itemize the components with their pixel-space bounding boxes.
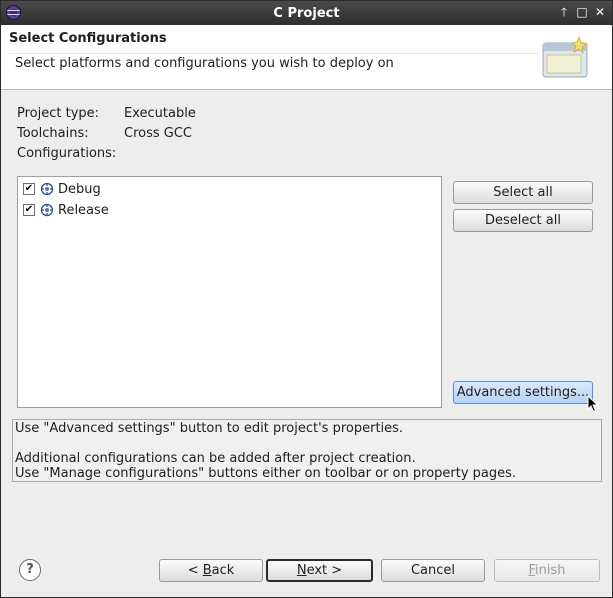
- project-type-value: Executable: [124, 106, 196, 121]
- debug-label: Debug: [58, 181, 101, 197]
- select-all-button[interactable]: Select all: [453, 181, 593, 204]
- page-title: Select Configurations: [9, 31, 167, 46]
- list-item-debug[interactable]: ✔ Debug: [23, 180, 101, 198]
- list-item-release[interactable]: ✔ Release: [23, 201, 109, 219]
- back-mnemonic: B: [202, 563, 212, 578]
- mouse-cursor-icon: [587, 395, 599, 413]
- configuration-icon: [40, 203, 54, 217]
- next-button[interactable]: Next >: [266, 559, 373, 582]
- info-line-3: Additional configurations can be added a…: [15, 451, 416, 466]
- cancel-button[interactable]: Cancel: [381, 559, 485, 582]
- restore-icon[interactable]: □: [574, 4, 590, 20]
- help-icon[interactable]: ?: [19, 559, 41, 581]
- configuration-icon: [40, 182, 54, 196]
- c-project-dialog: C Project 🡑 □ ✕ Select Configurations Se…: [0, 0, 613, 598]
- release-checkbox[interactable]: ✔: [23, 204, 35, 216]
- info-line-1: Use "Advanced settings" button to edit p…: [15, 421, 404, 436]
- finish-rest: inish: [535, 563, 566, 578]
- close-icon[interactable]: ✕: [592, 4, 608, 20]
- toolchains-label: Toolchains:: [17, 126, 89, 141]
- deselect-all-button[interactable]: Deselect all: [453, 209, 593, 232]
- info-line-4: Use "Manage configurations" buttons eith…: [15, 466, 517, 481]
- wizard-header: Select Configurations Select platforms a…: [1, 25, 612, 90]
- info-line-2: [15, 436, 599, 451]
- toolchains-value: Cross GCC: [124, 126, 192, 141]
- title-bar[interactable]: C Project 🡑 □ ✕: [1, 1, 612, 25]
- next-rest: ext >: [306, 563, 343, 578]
- back-prefix: <: [187, 563, 203, 578]
- configurations-label: Configurations:: [17, 146, 117, 161]
- next-mnemonic: N: [296, 563, 307, 578]
- window-title: C Project: [273, 6, 340, 21]
- page-description: Select platforms and configurations you …: [9, 53, 538, 87]
- configurations-list[interactable]: ✔ Debug ✔ Release: [17, 176, 442, 408]
- back-rest: ack: [211, 563, 235, 578]
- project-type-label: Project type:: [17, 106, 100, 121]
- debug-checkbox[interactable]: ✔: [23, 183, 35, 195]
- info-message-box: Use "Advanced settings" button to edit p…: [12, 419, 602, 482]
- finish-button[interactable]: Finish: [494, 559, 600, 582]
- maximize-arrow-icon[interactable]: 🡑: [556, 4, 572, 20]
- wizard-banner-icon: [542, 35, 589, 78]
- advanced-settings-button[interactable]: Advanced settings...: [453, 381, 593, 404]
- back-button[interactable]: < Back: [159, 559, 263, 582]
- release-label: Release: [58, 202, 109, 218]
